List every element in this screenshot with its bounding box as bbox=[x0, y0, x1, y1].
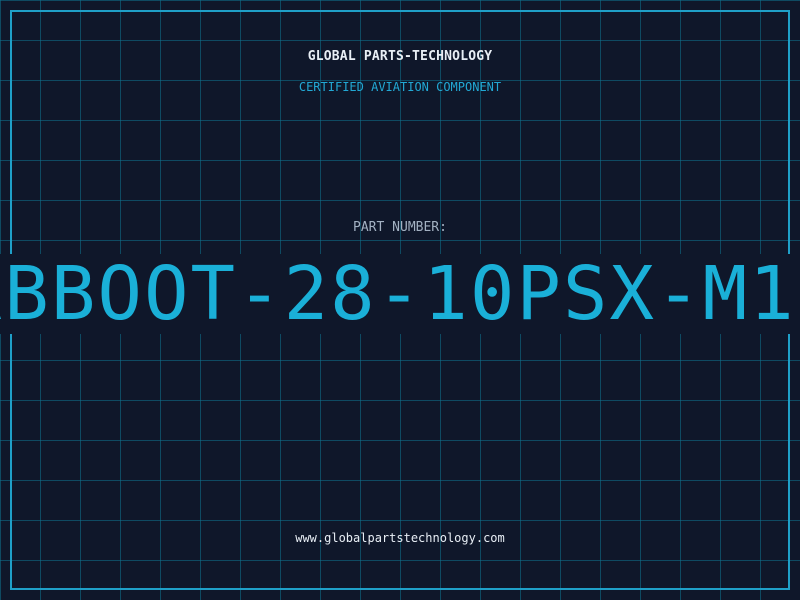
part-number-label: PART NUMBER: bbox=[353, 220, 447, 235]
part-number-band: ABBOOT-28-10PSX-M11 bbox=[0, 254, 800, 334]
website-url: www.globalpartstechnology.com bbox=[295, 531, 505, 545]
certification-subtitle: CERTIFIED AVIATION COMPONENT bbox=[298, 80, 502, 94]
part-number-value: ABBOOT-28-10PSX-M11 bbox=[0, 254, 800, 334]
part-label-canvas: GLOBAL PARTS-TECHNOLOGY CERTIFIED AVIATI… bbox=[0, 0, 800, 600]
company-name: GLOBAL PARTS-TECHNOLOGY bbox=[307, 49, 493, 64]
